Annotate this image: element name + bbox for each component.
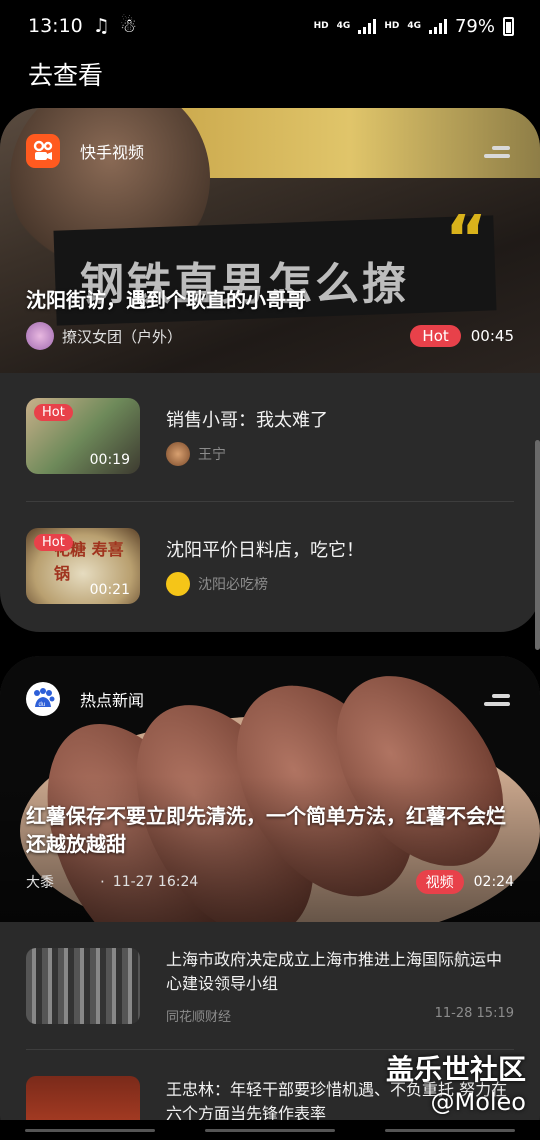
watermark-line1: 盖乐世社区 xyxy=(385,1053,526,1086)
signal-icon-2 xyxy=(428,18,447,34)
avatar xyxy=(26,322,54,350)
avatar xyxy=(166,442,190,466)
lte-label-1: 4G xyxy=(336,20,351,31)
news-source: 同花顺财经 xyxy=(166,1010,232,1025)
source-name: 王宁 xyxy=(198,447,226,463)
source-name: 沈阳必吃榜 xyxy=(198,577,268,593)
news-time: 11-28 15:19 xyxy=(434,1006,514,1021)
signal-icon-1 xyxy=(358,18,377,34)
nav-handle[interactable] xyxy=(25,1128,155,1132)
battery-percent: 79% xyxy=(454,15,495,37)
list-item[interactable]: 上海市政府决定成立上海市推进上海国际航运中心建设领导小组 同花顺财经 11-28… xyxy=(26,948,514,1044)
hot-badge: Hot xyxy=(34,404,73,421)
list-item[interactable]: 花糖 寿喜锅 Hot 00:21 沈阳平价日料店，吃它！ 沈阳必吃榜 xyxy=(26,528,514,632)
news-thumbnail xyxy=(26,948,140,1024)
lte-label-2: 4G xyxy=(407,20,421,31)
item-title: 沈阳平价日料店，吃它！ xyxy=(166,540,364,561)
notification-icon: ☃ xyxy=(119,15,137,37)
news-title: 上海市政府决定成立上海市推进上海国际航运中心建设领导小组 xyxy=(166,950,503,993)
hot-badge: Hot xyxy=(34,534,73,551)
hero-duration: 02:24 xyxy=(473,874,514,890)
item-source: 王宁 xyxy=(166,442,226,466)
avatar xyxy=(166,572,190,596)
news-header: du 热点新闻 xyxy=(26,682,144,716)
hero-duration: 00:45 xyxy=(470,327,514,345)
hd-label-2: HD xyxy=(384,20,400,31)
hero-author: 大黍 xyxy=(26,875,54,891)
hero-time: 11-27 16:24 xyxy=(112,874,199,890)
baidu-logo-icon: du xyxy=(26,682,60,716)
svg-text:du: du xyxy=(39,702,46,708)
scrollbar[interactable] xyxy=(535,440,540,650)
kuaishou-logo-icon xyxy=(26,134,60,168)
music-icon: ♫ xyxy=(92,15,110,37)
separator-dot: · xyxy=(100,873,105,891)
news-hero[interactable]: du 热点新闻 红薯保存不要立即先清洗，一个简单方法，红薯不会烂还越放越甜 大黍… xyxy=(0,656,540,922)
watermark: 盖乐世社区 @Moleo xyxy=(386,1048,526,1116)
hd-label-1: HD xyxy=(313,20,329,31)
hero-author: 撩汉女团（户外） xyxy=(62,327,183,346)
menu-icon[interactable] xyxy=(484,146,510,160)
video-thumbnail: 花糖 寿喜锅 Hot 00:21 xyxy=(26,528,140,604)
video-badge: 视频 xyxy=(415,870,464,894)
item-title: 销售小哥：我太难了 xyxy=(166,410,328,431)
app-name: 热点新闻 xyxy=(80,691,145,710)
kuaishou-hero[interactable]: 钢铁直男怎么撩 “ 快手视频 沈阳街访，遇到个耿直的小哥哥 撩汉女团（户外） H… xyxy=(0,108,540,373)
video-duration: 00:21 xyxy=(89,582,130,598)
hot-badge: Hot xyxy=(410,325,461,347)
nav-handle[interactable] xyxy=(205,1128,335,1132)
page-title: 去查看 xyxy=(28,61,104,90)
status-time: 13:10 xyxy=(28,15,83,37)
nav-handle[interactable] xyxy=(385,1128,515,1132)
kuaishou-header: 快手视频 xyxy=(26,134,144,168)
hero-title: 沈阳街访，遇到个耿直的小哥哥 xyxy=(26,288,306,312)
app-name: 快手视频 xyxy=(80,143,145,162)
navigation-bar xyxy=(0,1120,540,1140)
hero-meta: 大黍 · 11-27 16:24 视频 02:24 xyxy=(26,870,514,894)
item-source: 沈阳必吃榜 xyxy=(166,572,268,596)
list-item[interactable]: Hot 00:19 销售小哥：我太难了 王宁 xyxy=(26,398,514,502)
divider xyxy=(26,501,514,502)
kuaishou-card: 钢铁直男怎么撩 “ 快手视频 沈阳街访，遇到个耿直的小哥哥 撩汉女团（户外） H… xyxy=(0,108,540,632)
hero-title: 红薯保存不要立即先清洗，一个简单方法，红薯不会烂还越放越甜 xyxy=(26,804,506,856)
status-bar: 13:10 ♫ ☃ HD 4G HD 4G 79% xyxy=(0,0,540,52)
quote-icon: “ xyxy=(445,203,488,277)
battery-icon xyxy=(503,16,514,36)
menu-icon[interactable] xyxy=(484,694,510,708)
video-thumbnail: Hot 00:19 xyxy=(26,398,140,474)
video-duration: 00:19 xyxy=(89,452,130,468)
hero-meta: 撩汉女团（户外） Hot 00:45 xyxy=(26,322,514,350)
watermark-line2: @Moleo xyxy=(430,1088,526,1116)
